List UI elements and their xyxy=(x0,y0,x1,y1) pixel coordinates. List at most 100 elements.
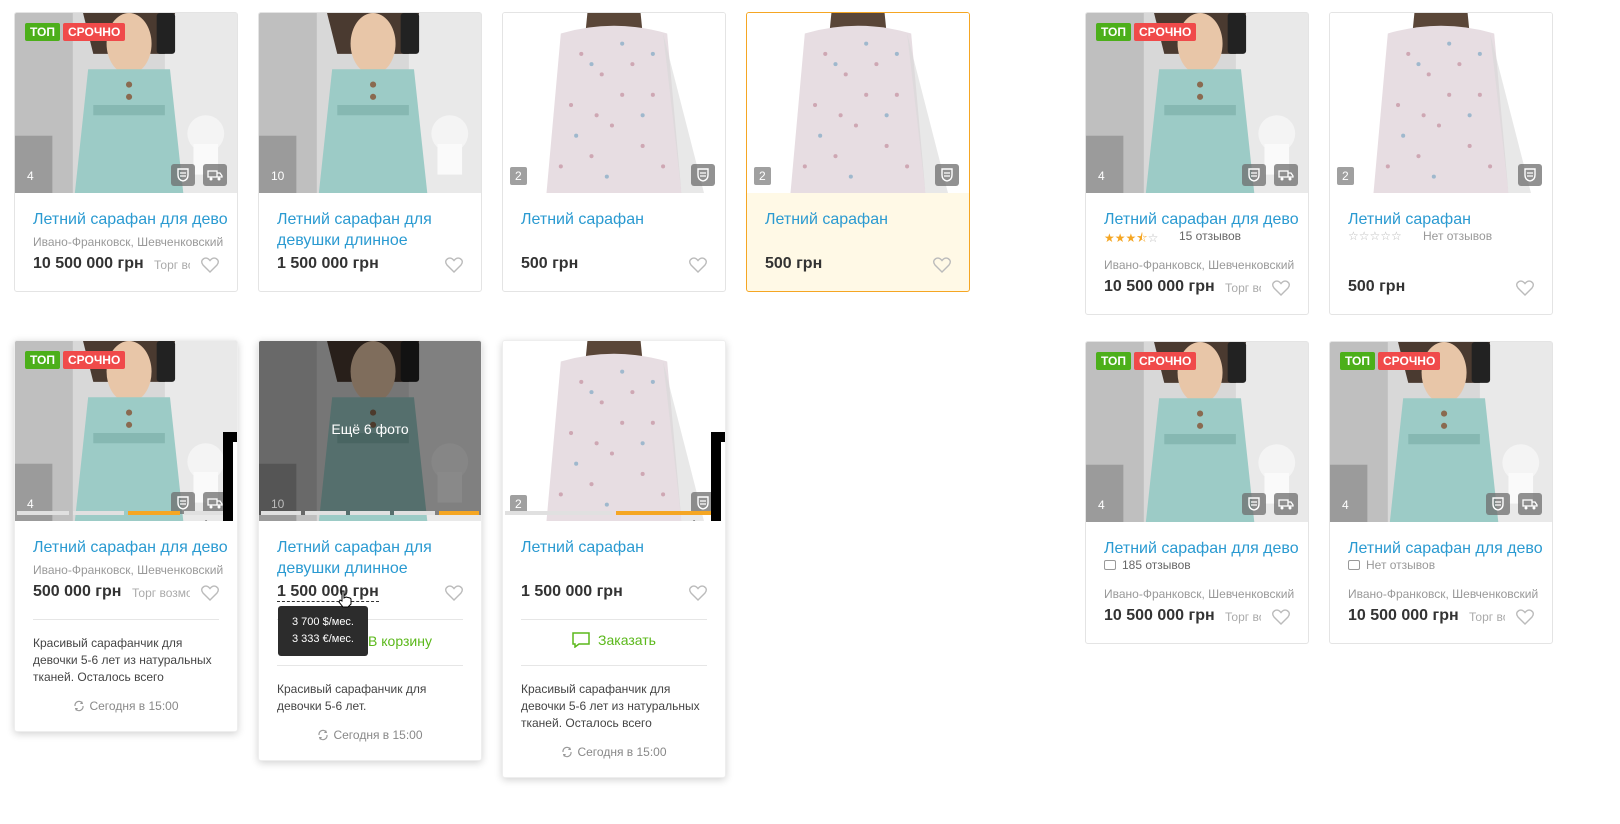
listing-price: 500 грн xyxy=(1348,278,1406,295)
listing-price[interactable]: 1 500 000 грн xyxy=(277,583,379,602)
listing-photo[interactable]: 2 xyxy=(747,13,969,193)
divider xyxy=(521,619,707,620)
listing-photo[interactable]: ТОП СРОЧНО 4 xyxy=(1330,342,1552,522)
listing-price: 10 500 000 грн xyxy=(1348,607,1459,624)
truck-icon xyxy=(1274,164,1298,186)
truck-icon xyxy=(1274,493,1298,515)
listing-card[interactable]: ТОПСРОЧНО 4 Летний сарафан для девочки Н… xyxy=(1329,341,1553,644)
listing-photo[interactable]: ТОП СРОЧНО 4 xyxy=(1086,342,1308,522)
comment-icon xyxy=(1104,560,1116,570)
more-photos-label[interactable]: Ещё 6 фото xyxy=(259,421,481,437)
reviews-count[interactable]: 185 отзывов xyxy=(1104,558,1191,572)
listing-card[interactable]: 10 Летний сарафан для девушки длинное на… xyxy=(258,12,482,292)
listing-photo[interactable]: 2 xyxy=(503,13,725,193)
top-badge: ТОП xyxy=(25,351,60,369)
urgent-badge: СРОЧНО xyxy=(63,23,126,41)
listing-title[interactable]: Летний сарафан xyxy=(765,209,959,230)
listing-card[interactable]: 2 Летний сарафан 500 грн xyxy=(502,12,726,292)
top-badge: ТОП xyxy=(1096,352,1131,370)
urgent-badge: СРОЧНО xyxy=(1134,352,1197,370)
listing-location: Ивано-Франковск, Шевченковский xyxy=(1104,258,1295,272)
comment-icon xyxy=(1348,560,1360,570)
favorite-heart-icon[interactable] xyxy=(445,585,463,601)
shield-icon xyxy=(935,164,959,186)
shield-icon xyxy=(1242,164,1266,186)
listing-price: 1 500 000 грн xyxy=(521,583,623,600)
divider xyxy=(521,665,707,666)
favorite-heart-icon[interactable] xyxy=(1272,280,1290,296)
listing-location: Ивано-Франковск, Шевченковский xyxy=(1348,587,1539,601)
listing-description: Красивый сарафанчик для девочки 5-6 лет … xyxy=(521,682,700,730)
top-badge: ТОП xyxy=(1096,23,1131,41)
listing-price: 500 грн xyxy=(765,255,823,272)
listing-photo[interactable]: 2 xyxy=(503,341,725,521)
photo-count: 2 xyxy=(510,167,527,185)
photo-count: 4 xyxy=(1098,169,1105,183)
favorite-heart-icon[interactable] xyxy=(201,257,219,273)
listing-title[interactable]: Летний сарафан для девочки xyxy=(1104,538,1298,559)
top-badge: ТОП xyxy=(1340,352,1375,370)
listing-card[interactable]: 2 Летний сарафан ☆☆☆☆☆ Нет отзывов 500 г… xyxy=(1329,12,1553,315)
listing-title[interactable]: Летний сарафан для девочки xyxy=(33,209,227,230)
listing-card[interactable]: ТОПСРОЧНО 4 Летний сарафан для девочки ★… xyxy=(1085,12,1309,315)
listing-title[interactable]: Летний сарафан для девочки xyxy=(1348,538,1542,559)
urgent-badge: СРОЧНО xyxy=(1134,23,1197,41)
listing-title[interactable]: Летний сарафан для девочки xyxy=(1104,209,1298,230)
hand-cursor-icon xyxy=(337,590,353,608)
bargain-label: Торг возможен xyxy=(1225,281,1261,295)
listing-card[interactable]: ТОПСРОЧНО 4 Летний сарафан для девочки 1… xyxy=(1085,341,1309,644)
listing-title[interactable]: Летний сарафан для девушки длинное назва… xyxy=(277,209,471,251)
tooltip-usd: 3 700 $/мес. xyxy=(292,616,354,628)
price-tooltip: 3 700 $/мес. 3 333 €/мес. xyxy=(278,606,368,656)
listing-price: 500 000 грн xyxy=(33,583,122,600)
listing-card-hover[interactable]: Ещё 6 фото 10 Летний сарафан для девушки… xyxy=(258,340,482,761)
listing-photo[interactable]: ТОП СРОЧНО 4 xyxy=(15,13,237,193)
shield-icon xyxy=(1518,164,1542,186)
listing-photo[interactable]: 10 xyxy=(259,13,481,193)
listing-title[interactable]: Летний сарафан для девушки длинное назва… xyxy=(277,537,471,579)
rating-stars-empty: ☆☆☆☆☆ xyxy=(1348,229,1402,243)
favorite-heart-icon[interactable] xyxy=(1516,280,1534,296)
photo-count: 4 xyxy=(1098,498,1105,512)
reviews-count[interactable]: 15 отзывов xyxy=(1179,229,1241,243)
bargain-label: Торг возможен xyxy=(154,258,190,272)
refresh-icon xyxy=(73,700,85,712)
favorite-heart-icon[interactable] xyxy=(1272,609,1290,625)
listing-title[interactable]: Летний сарафан для девочки xyxy=(33,537,227,558)
order-button[interactable]: Заказать xyxy=(503,632,725,649)
favorite-heart-icon[interactable] xyxy=(933,257,951,273)
shield-icon xyxy=(1242,493,1266,515)
listing-card-hover[interactable]: 2 Летний сарафан 1 500 000 грн Заказать … xyxy=(502,340,726,778)
listing-title[interactable]: Летний сарафан xyxy=(1348,209,1542,230)
dress-image xyxy=(259,13,481,193)
listing-title[interactable]: Летний сарафан xyxy=(521,209,715,230)
urgent-badge: СРОЧНО xyxy=(63,351,126,369)
reviews-count: Нет отзывов xyxy=(1423,229,1493,243)
bargain-label: Торг возможен xyxy=(1469,610,1505,624)
favorite-heart-icon[interactable] xyxy=(1516,609,1534,625)
urgent-badge: СРОЧНО xyxy=(1378,352,1441,370)
listing-date: Сегодня в 15:00 xyxy=(503,745,725,759)
listing-price: 10 500 000 грн xyxy=(33,255,144,272)
listing-card-highlighted[interactable]: 2 Летний сарафан 500 грн xyxy=(746,12,970,292)
chat-icon xyxy=(572,632,590,649)
divider xyxy=(277,665,463,666)
photo-count: 2 xyxy=(1337,167,1354,185)
listing-title[interactable]: Летний сарафан xyxy=(521,537,715,558)
listing-photo[interactable]: ТОП СРОЧНО 4 xyxy=(1086,13,1308,193)
listing-photo[interactable]: 2 xyxy=(1330,13,1552,193)
truck-icon xyxy=(203,164,227,186)
listing-card-hover[interactable]: ТОПСРОЧНО 4 Летний сарафан для девочки И… xyxy=(14,340,238,732)
favorite-heart-icon[interactable] xyxy=(201,585,219,601)
shield-icon xyxy=(171,164,195,186)
divider xyxy=(33,619,219,620)
listing-card[interactable]: ТОПСРОЧНО 4 Летний сарафан для девочки И… xyxy=(14,12,238,292)
favorite-heart-icon[interactable] xyxy=(689,257,707,273)
listing-photo[interactable]: ТОП СРОЧНО 4 xyxy=(15,341,237,521)
top-badge: ТОП xyxy=(25,23,60,41)
favorite-heart-icon[interactable] xyxy=(445,257,463,273)
truck-icon xyxy=(1518,493,1542,515)
listing-photo[interactable]: Ещё 6 фото 10 xyxy=(259,341,481,521)
favorite-heart-icon[interactable] xyxy=(689,585,707,601)
photo-count: 2 xyxy=(754,167,771,185)
